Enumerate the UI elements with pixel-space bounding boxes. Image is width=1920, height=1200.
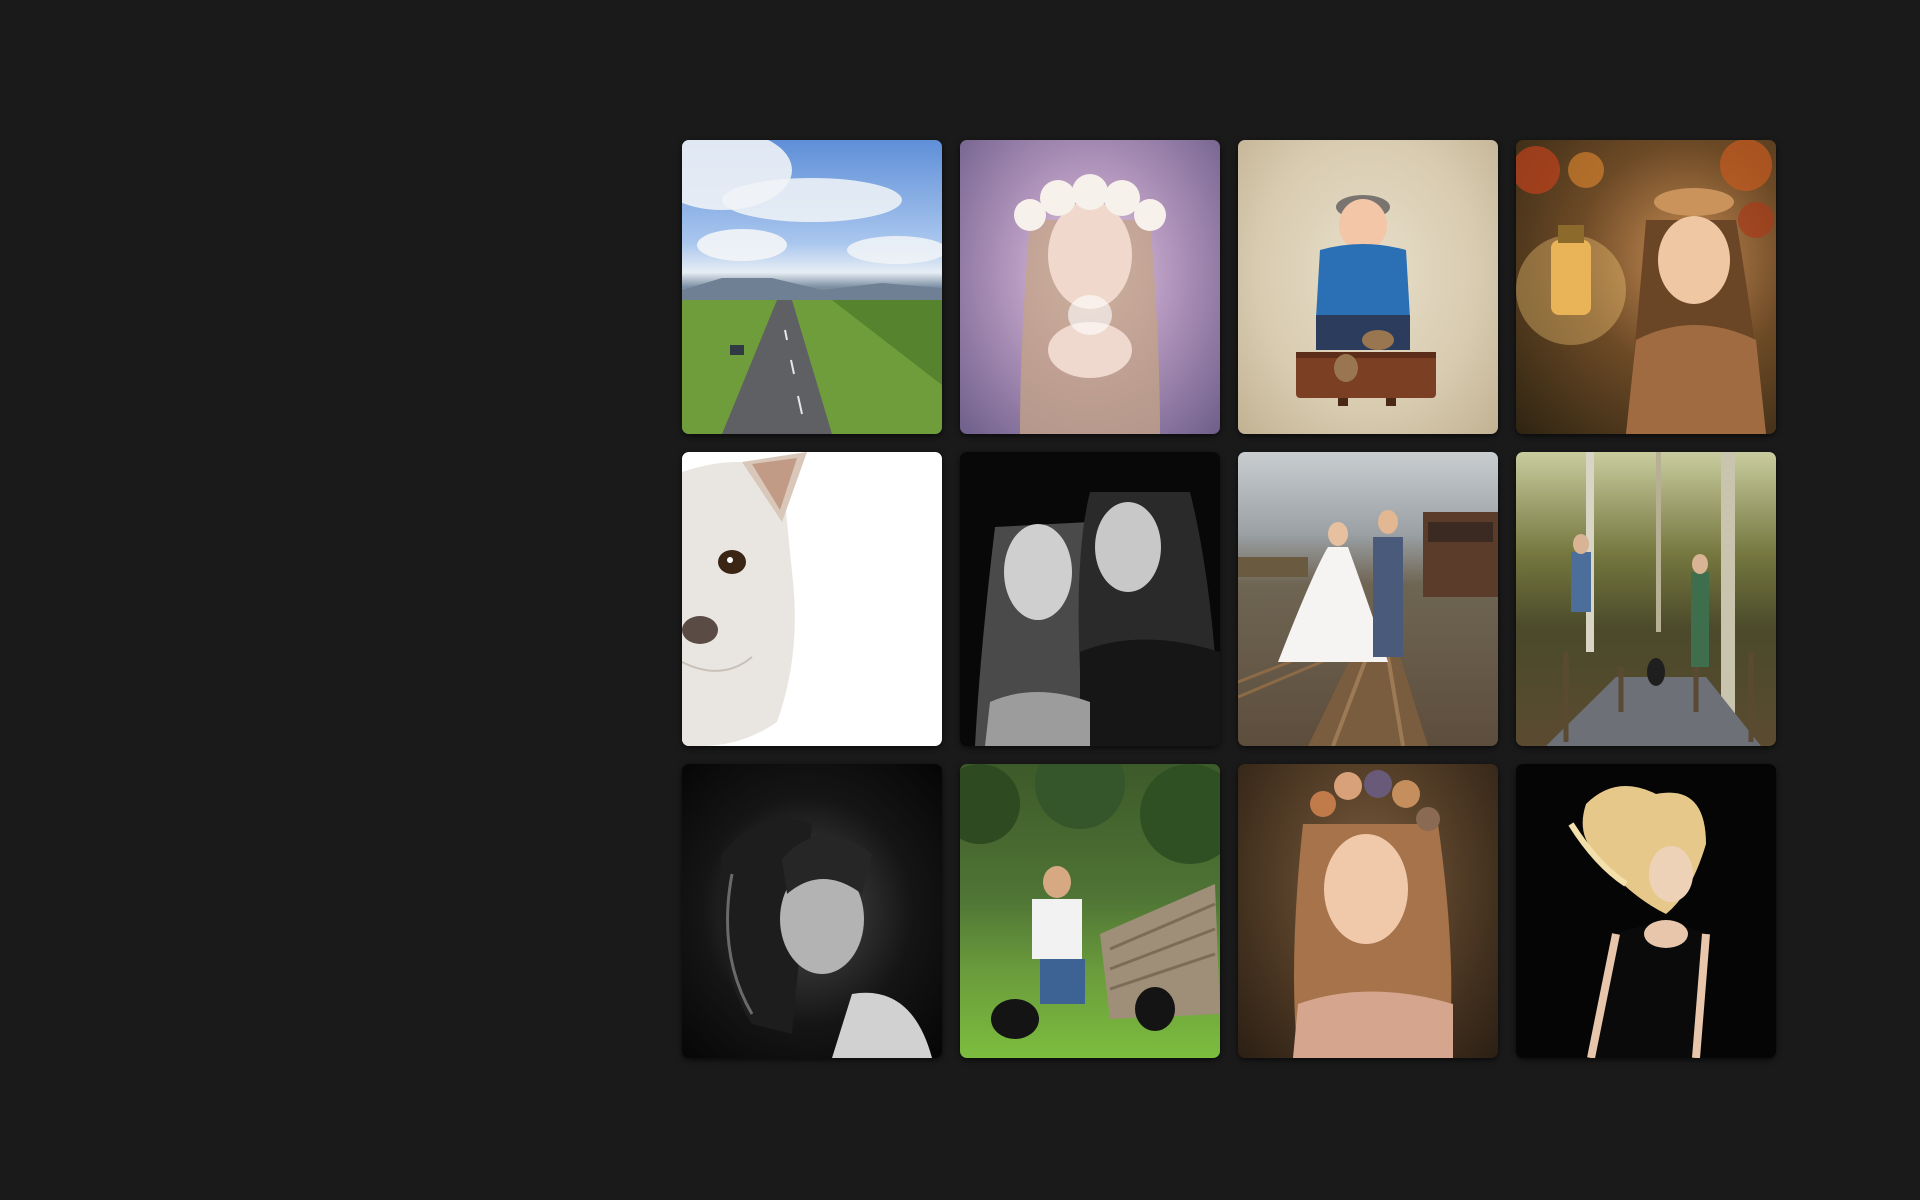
photo-woman-portrait-bw-image	[720, 818, 932, 1058]
photo-gallery-grid	[682, 140, 1776, 1058]
photo-man-with-dogs-image	[960, 764, 1220, 1039]
gallery-photo-woman-hair-flip[interactable]	[1516, 764, 1776, 1058]
gallery-photo-man-with-dogs[interactable]	[960, 764, 1220, 1058]
gallery-photo-girl-lantern[interactable]	[1516, 140, 1776, 434]
gallery-photo-white-dog[interactable]	[682, 452, 942, 746]
gallery-photo-girl-flower-crown[interactable]	[960, 140, 1220, 434]
page	[0, 0, 1920, 1200]
photo-road-landscape-image	[682, 140, 942, 434]
photo-two-sisters-bw-image	[975, 492, 1220, 746]
photo-girl-floral-headband-image	[1293, 770, 1453, 1058]
photo-toddler-suitcase-image	[1296, 195, 1436, 406]
photo-girl-lantern-image	[1516, 140, 1774, 434]
gallery-photo-woman-portrait-bw[interactable]	[682, 764, 942, 1058]
photo-forest-bridge-couple-image	[1546, 452, 1761, 746]
gallery-photo-road-landscape[interactable]	[682, 140, 942, 434]
gallery-photo-two-sisters-bw[interactable]	[960, 452, 1220, 746]
gallery-photo-girl-floral-headband[interactable]	[1238, 764, 1498, 1058]
photo-white-dog-image	[682, 452, 807, 746]
photo-wedding-railway-image	[1238, 510, 1498, 746]
photo-girl-flower-crown-image	[1014, 174, 1166, 434]
photo-woman-hair-flip-image	[1568, 786, 1710, 1058]
gallery-photo-forest-bridge-couple[interactable]	[1516, 452, 1776, 746]
gallery-photo-toddler-suitcase[interactable]	[1238, 140, 1498, 434]
gallery-photo-wedding-railway[interactable]	[1238, 452, 1498, 746]
